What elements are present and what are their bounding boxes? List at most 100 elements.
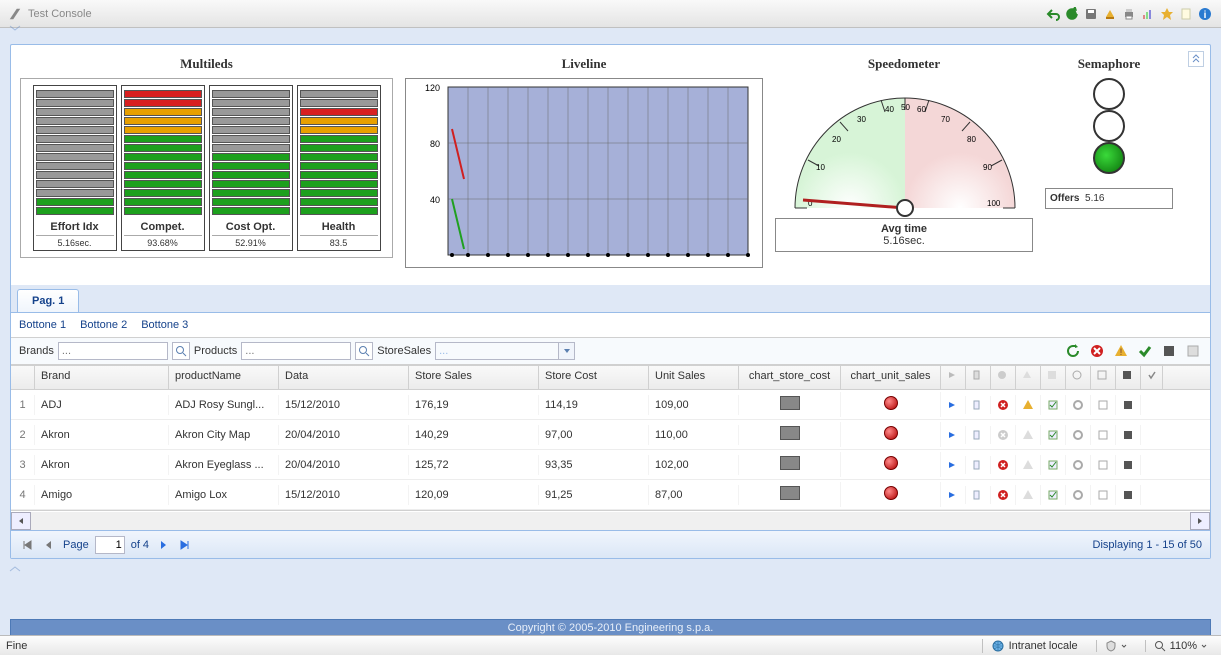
col-a2[interactable] [966,366,991,389]
row-box-icon[interactable] [1091,425,1116,445]
row-delete-icon[interactable] [991,455,1016,475]
save-icon[interactable] [1083,6,1099,22]
chevron-down-icon[interactable] [558,343,574,359]
led-bar [300,189,378,197]
row-stop-icon[interactable] [1116,395,1141,415]
page-last-icon[interactable] [177,537,193,553]
products-search-icon[interactable] [355,342,373,360]
row-warn-icon[interactable] [1016,485,1041,505]
warning-action-icon[interactable]: ! [1112,342,1130,360]
row-doc-icon[interactable] [966,456,991,474]
row-play-icon[interactable] [941,486,966,504]
col-a6[interactable] [1066,366,1091,389]
row-warn-icon[interactable] [1016,455,1041,475]
status-zoom[interactable]: 110% [1145,640,1215,652]
row-stop-icon[interactable] [1116,485,1141,505]
table-row[interactable]: 4AmigoAmigo Lox15/12/2010120,0991,2587,0… [11,480,1210,510]
row-check-icon[interactable] [1041,455,1066,475]
page-prev-icon[interactable] [41,537,57,553]
row-radio-icon[interactable] [1066,395,1091,415]
products-input[interactable] [241,342,351,360]
col-a5[interactable] [1041,366,1066,389]
row-check-icon[interactable] [1041,485,1066,505]
help-icon[interactable]: i [1197,6,1213,22]
delete-action-icon[interactable] [1088,342,1106,360]
row-warn-icon[interactable] [1016,425,1041,445]
table-row[interactable]: 1ADJADJ Rosy Sungl...15/12/2010176,19114… [11,390,1210,420]
row-play-icon[interactable] [941,456,966,474]
storesales-select[interactable]: ... [435,342,575,360]
scroll-right-icon[interactable] [1190,512,1210,530]
row-radio-icon[interactable] [1066,455,1091,475]
col-storecost[interactable]: Store Cost [539,366,649,389]
row-warn-icon[interactable] [1016,395,1041,415]
stop-action-icon[interactable] [1160,342,1178,360]
col-a9[interactable] [1141,366,1163,389]
row-play-icon[interactable] [941,426,966,444]
row-stop-icon[interactable] [1116,425,1141,445]
row-doc-icon[interactable] [966,486,991,504]
panel-toggle-top[interactable] [0,24,1221,32]
row-box-icon[interactable] [1091,455,1116,475]
page-next-icon[interactable] [155,537,171,553]
led-bar [212,171,290,179]
col-brand[interactable]: Brand [35,366,169,389]
collapse-button[interactable] [1188,51,1204,67]
horizontal-scrollbar[interactable] [11,510,1210,530]
row-delete-icon[interactable] [991,395,1016,415]
note-icon[interactable] [1178,6,1194,22]
col-rownum[interactable] [11,366,35,389]
row-delete-icon[interactable] [991,425,1016,445]
col-a8[interactable] [1116,366,1141,389]
row-box-icon[interactable] [1091,395,1116,415]
led-bar [124,180,202,188]
brands-search-icon[interactable] [172,342,190,360]
print-icon[interactable] [1121,6,1137,22]
row-check-icon[interactable] [1041,425,1066,445]
row-box-icon[interactable] [1091,485,1116,505]
undo-icon[interactable] [1045,6,1061,22]
bottone-1[interactable]: Bottone 1 [19,319,66,331]
row-play-icon[interactable] [941,396,966,414]
tab-page1[interactable]: Pag. 1 [17,289,79,312]
blank-action-icon[interactable] [1184,342,1202,360]
bottone-2[interactable]: Bottone 2 [80,319,127,331]
scroll-left-icon[interactable] [11,512,31,530]
chart-icon[interactable] [1140,6,1156,22]
row-delete-icon[interactable] [991,485,1016,505]
table-row[interactable]: 2AkronAkron City Map20/04/2010140,2997,0… [11,420,1210,450]
col-product[interactable]: productName [169,366,279,389]
col-a4[interactable] [1016,366,1041,389]
brands-input[interactable] [58,342,168,360]
scroll-track[interactable] [31,512,1190,530]
page-first-icon[interactable] [19,537,35,553]
col-data[interactable]: Data [279,366,409,389]
refresh-action-icon[interactable] [1064,342,1082,360]
col-a3[interactable] [991,366,1016,389]
multiled-value: 93.68% [124,235,202,248]
refresh-icon[interactable] [1064,6,1080,22]
accept-action-icon[interactable] [1136,342,1154,360]
row-radio-icon[interactable] [1066,425,1091,445]
col-a7[interactable] [1091,366,1116,389]
liveline-title: Liveline [405,56,763,72]
panel-toggle-bottom[interactable] [0,565,1221,573]
col-a1[interactable] [941,366,966,389]
col-storesales[interactable]: Store Sales [409,366,539,389]
row-check-icon[interactable] [1041,395,1066,415]
star-icon[interactable] [1159,6,1175,22]
page-input[interactable] [95,536,125,554]
table-row[interactable]: 3AkronAkron Eyeglass ...20/04/2010125,72… [11,450,1210,480]
status-security[interactable] [1096,640,1135,652]
col-unitsales[interactable]: Unit Sales [649,366,739,389]
row-radio-icon[interactable] [1066,485,1091,505]
bottone-3[interactable]: Bottone 3 [141,319,188,331]
led-bar [212,99,290,107]
row-doc-icon[interactable] [966,396,991,414]
row-doc-icon[interactable] [966,426,991,444]
col-chartstore[interactable]: chart_store_cost [739,366,841,389]
col-chartunit[interactable]: chart_unit_sales [841,366,941,389]
led-bar [36,108,114,116]
export-icon[interactable] [1102,6,1118,22]
row-stop-icon[interactable] [1116,455,1141,475]
